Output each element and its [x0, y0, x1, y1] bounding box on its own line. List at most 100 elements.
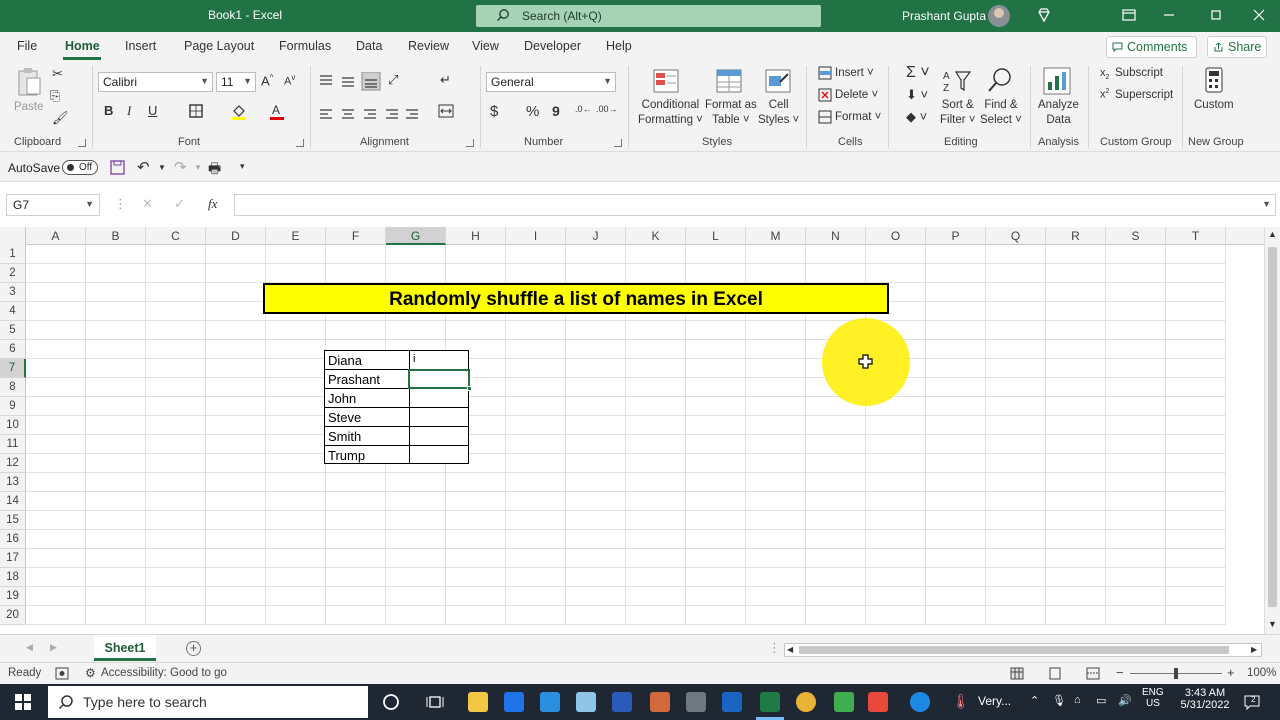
row-header-11[interactable]: 11: [0, 435, 26, 454]
number-format-field[interactable]: General ▼: [486, 72, 616, 92]
format-cells-icon[interactable]: [818, 110, 832, 124]
sort-filter-button[interactable]: Sort & Filter ˅: [940, 98, 975, 128]
wrap-text-icon[interactable]: ↵: [440, 72, 451, 88]
row-header-17[interactable]: 17: [0, 549, 26, 568]
conditional-formatting-button[interactable]: Conditional Formatting ˅: [638, 98, 703, 128]
file-explorer-icon[interactable]: [468, 692, 488, 712]
analyze-data-button[interactable]: Analyze Data: [1038, 98, 1079, 128]
language-indicator[interactable]: ENG US: [1142, 687, 1164, 709]
zoom-out-icon[interactable]: −: [1116, 665, 1124, 680]
spreadsheet-grid[interactable]: ABCDEFGHIJKLMNOPQRST 1 2 3 4 5 6 7 8 9 10 11 12 13 14…: [0, 227, 1264, 634]
select-all-corner[interactable]: [0, 227, 26, 245]
currency-icon[interactable]: $: [490, 103, 498, 120]
user-name[interactable]: Prashant Gupta: [902, 9, 986, 23]
tab-file[interactable]: File: [17, 39, 37, 53]
scroll-up-icon[interactable]: ▲: [1268, 229, 1277, 239]
number-launcher-icon[interactable]: [614, 139, 622, 147]
outlook-icon[interactable]: [722, 692, 742, 712]
table-cell[interactable]: [409, 407, 469, 427]
superscript-button[interactable]: Superscript: [1115, 88, 1173, 103]
tab-formulas[interactable]: Formulas: [279, 39, 331, 53]
help-icon[interactable]: [910, 692, 930, 712]
decrease-font-icon[interactable]: Av: [284, 73, 295, 88]
normal-view-icon[interactable]: [1010, 667, 1024, 680]
font-color-icon[interactable]: A: [268, 102, 286, 120]
table-cell[interactable]: i: [409, 350, 469, 370]
delete-cells-icon[interactable]: [818, 88, 832, 102]
name-box[interactable]: G7 ▼: [6, 194, 100, 216]
app-icon[interactable]: [576, 692, 596, 712]
redo-icon[interactable]: ↷: [174, 158, 187, 176]
column-header-g[interactable]: G: [386, 227, 446, 245]
row-header-19[interactable]: 19: [0, 587, 26, 606]
row-header-2[interactable]: 2: [0, 264, 26, 283]
row-header-10[interactable]: 10: [0, 416, 26, 435]
weather-icon[interactable]: 🌡: [952, 693, 970, 710]
copy-icon[interactable]: ⎘: [50, 88, 60, 104]
excel-icon[interactable]: [760, 692, 780, 712]
tray-chevron-icon[interactable]: ⌃: [1030, 694, 1039, 707]
font-size-field[interactable]: 11 ▼: [216, 72, 256, 92]
title-cell[interactable]: Randomly shuffle a list of names in Exce…: [263, 283, 889, 314]
tab-page-layout[interactable]: Page Layout: [184, 39, 254, 53]
horizontal-scrollbar[interactable]: ◀ ▶: [784, 643, 1262, 657]
close-icon[interactable]: [1250, 6, 1268, 24]
row-header-9[interactable]: 9: [0, 397, 26, 416]
column-header-r[interactable]: R: [1046, 227, 1106, 245]
font-launcher-icon[interactable]: [296, 139, 304, 147]
autosum-icon[interactable]: Σ ˅: [906, 64, 930, 82]
comments-button[interactable]: Comments: [1106, 36, 1197, 58]
zoom-slider-thumb[interactable]: [1174, 668, 1178, 679]
format-painter-icon[interactable]: 🖌: [52, 110, 69, 126]
save-icon[interactable]: [110, 160, 125, 175]
zoom-in-icon[interactable]: +: [1227, 665, 1235, 680]
cut-icon[interactable]: ✂: [52, 66, 63, 82]
row-header-13[interactable]: 13: [0, 473, 26, 492]
sort-filter-icon[interactable]: AZ: [942, 68, 972, 94]
fill-handle[interactable]: [467, 386, 472, 391]
volume-icon[interactable]: 🔊: [1118, 694, 1132, 707]
percent-icon[interactable]: %: [526, 103, 539, 120]
superscript-icon[interactable]: x2: [1100, 88, 1109, 101]
table-cell[interactable]: Prashant: [324, 369, 410, 389]
scroll-down-icon[interactable]: ▼: [1268, 619, 1277, 629]
diamond-icon[interactable]: [1035, 6, 1053, 24]
weather-text[interactable]: Very...: [978, 694, 1011, 708]
tab-help[interactable]: Help: [606, 39, 632, 53]
increase-font-icon[interactable]: A^: [261, 73, 273, 88]
column-header-h[interactable]: H: [446, 227, 506, 245]
camtasia-icon[interactable]: [834, 692, 854, 712]
column-header-l[interactable]: L: [686, 227, 746, 245]
column-header-d[interactable]: D: [206, 227, 266, 245]
table-cell[interactable]: [409, 426, 469, 446]
column-header-b[interactable]: B: [86, 227, 146, 245]
app-icon[interactable]: [650, 692, 670, 712]
underline-icon[interactable]: U: [148, 103, 157, 118]
column-header-e[interactable]: E: [266, 227, 326, 245]
table-cell[interactable]: Smith: [324, 426, 410, 446]
table-cell[interactable]: Diana: [324, 350, 410, 370]
vertical-scrollbar[interactable]: ▲ ▼: [1264, 227, 1280, 634]
insert-cells-button[interactable]: Insert ˅: [835, 66, 874, 81]
decrease-decimal-icon[interactable]: .00→: [596, 104, 618, 114]
paste-icon[interactable]: [16, 66, 42, 98]
format-cells-button[interactable]: Format ˅: [835, 110, 881, 125]
format-as-table-button[interactable]: Format as Table ˅: [705, 98, 757, 128]
scroll-thumb[interactable]: [799, 646, 1229, 654]
insert-cells-icon[interactable]: [818, 66, 832, 80]
merge-center-icon[interactable]: [438, 104, 454, 118]
tab-review[interactable]: Review: [408, 39, 449, 53]
tab-home[interactable]: Home: [65, 39, 100, 53]
column-header-i[interactable]: I: [506, 227, 566, 245]
chevron-down-icon[interactable]: ▼: [158, 163, 166, 172]
clock[interactable]: 3:43 AM 5/31/2022: [1180, 687, 1230, 711]
windows-start-icon[interactable]: [15, 694, 31, 710]
column-header-n[interactable]: N: [806, 227, 866, 245]
borders-icon[interactable]: [188, 103, 204, 119]
italic-icon[interactable]: I: [127, 103, 131, 119]
row-header-4[interactable]: 4: [0, 302, 26, 321]
cell-styles-icon[interactable]: [764, 68, 792, 94]
insert-function-icon[interactable]: fx: [208, 196, 217, 212]
chrome-icon[interactable]: [796, 692, 816, 712]
word-icon[interactable]: [612, 692, 632, 712]
